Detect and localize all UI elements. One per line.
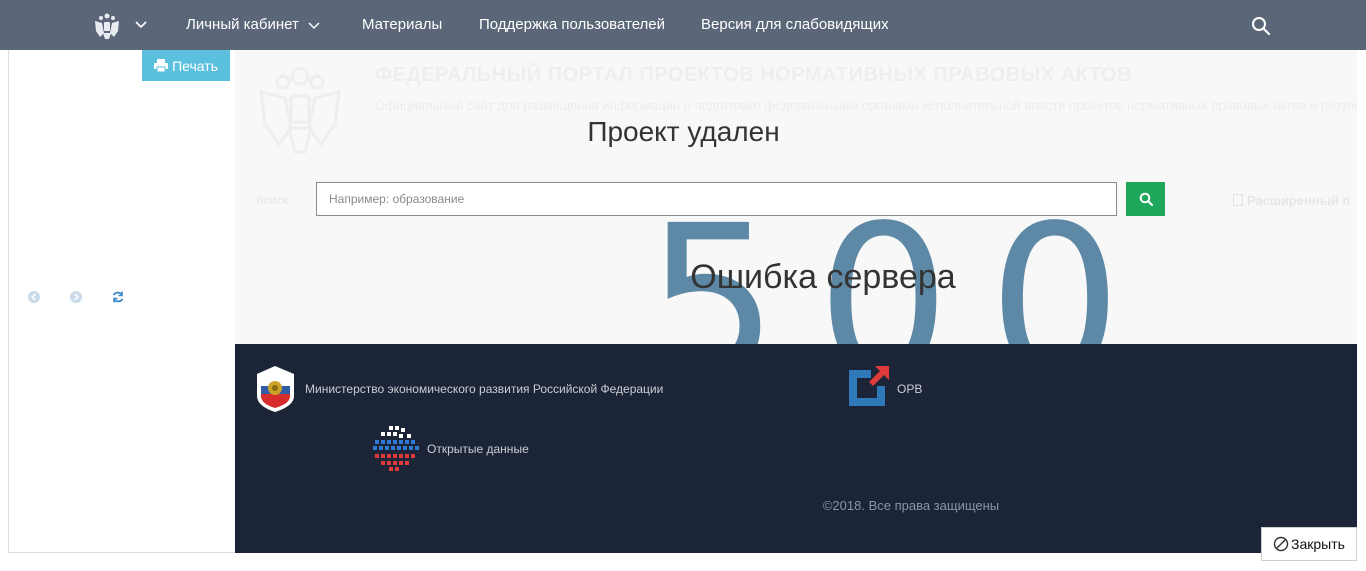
open-data-link[interactable]: Открытые данные: [427, 442, 529, 456]
print-button-label: Печать: [172, 57, 218, 74]
nav-item-materials[interactable]: Материалы: [362, 16, 442, 33]
close-button-label: Закрыть: [1291, 536, 1345, 552]
orv-logo-icon: [849, 366, 889, 406]
project-deleted-heading: Проект удален: [587, 116, 780, 147]
ministry-emblem-icon: [257, 366, 294, 412]
nav-item-low-vision-version[interactable]: Версия для слабовидящих: [701, 16, 889, 33]
advanced-search-label: Расширенный п: [1247, 193, 1351, 208]
back-arrow-icon[interactable]: [27, 290, 41, 304]
search-icon[interactable]: [1251, 16, 1271, 36]
nav-item-personal-account[interactable]: Личный кабинет: [186, 16, 321, 33]
search-icon: [1139, 192, 1153, 206]
advanced-search-link[interactable]: Расширенный п: [1233, 193, 1350, 208]
forbidden-icon: [1273, 536, 1289, 552]
printer-icon: [154, 59, 169, 72]
top-navigation-bar: Личный кабинет Материалы Поддержка польз…: [0, 0, 1366, 50]
search-label: поиск: [257, 193, 289, 207]
ministry-link[interactable]: Министерство экономического развития Рос…: [305, 382, 663, 396]
nav-item-user-support[interactable]: Поддержка пользователей: [479, 16, 665, 33]
refresh-icon[interactable]: [111, 290, 125, 304]
forward-arrow-icon[interactable]: [69, 290, 83, 304]
chevron-down-icon[interactable]: [133, 16, 149, 32]
search-button[interactable]: [1126, 182, 1165, 216]
orv-link[interactable]: ОРВ: [897, 382, 922, 396]
nav-item-label: Личный кабинет: [186, 16, 299, 33]
close-button[interactable]: Закрыть: [1261, 527, 1357, 561]
server-error-heading: Ошибка сервера: [690, 258, 956, 296]
portal-title: ФЕДЕРАЛЬНЫЙ ПОРТАЛ ПРОЕКТОВ НОРМАТИВНЫХ …: [375, 64, 1133, 86]
document-icon: [1233, 194, 1243, 206]
chevron-down-icon: [308, 22, 320, 30]
print-button[interactable]: Печать: [142, 50, 230, 81]
coat-of-arms-icon[interactable]: [92, 11, 122, 41]
footer: Министерство экономического развития Рос…: [235, 344, 1357, 553]
open-data-logo-icon: [373, 426, 419, 471]
copyright-text: ©2018. Все права защищены: [822, 498, 1000, 513]
search-input[interactable]: [316, 182, 1117, 216]
portal-subtitle: Официальный сайт для размещения информац…: [375, 98, 1357, 113]
content-frame: ФЕДЕРАЛЬНЫЙ ПОРТАЛ ПРОЕКТОВ НОРМАТИВНЫХ …: [235, 50, 1357, 344]
